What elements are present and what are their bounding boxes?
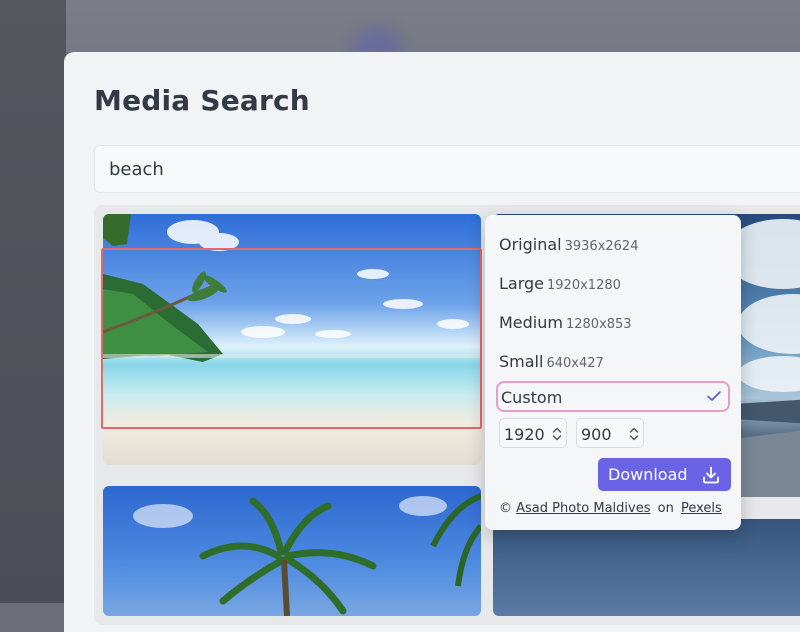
search-input[interactable]: beach [94,145,800,193]
size-option-small[interactable]: Small 640x427 [499,352,604,371]
size-option-label: Small [499,352,544,371]
download-size-menu: Original 3936x2624 Large 1920x1280 Medium 1… [485,215,741,530]
size-option-dims: 1920x1280 [547,278,621,293]
backdrop-header [66,0,800,52]
size-option-large[interactable]: Large 1920x1280 [499,274,621,293]
size-option-dims: 3936x2624 [564,239,639,254]
custom-width-input[interactable]: 1920 [499,418,567,448]
size-option-label: Large [499,274,545,293]
size-option-medium[interactable]: Medium 1280x853 [499,313,632,332]
crop-selection-outline[interactable] [101,248,482,429]
size-option-dims: 640x427 [546,356,604,371]
credit-on-text: on [657,501,674,516]
size-option-dims: 1280x853 [565,317,632,332]
size-option-label: Medium [499,313,563,332]
search-input-value: beach [109,159,164,180]
photo-credit: © Asad Photo Maldives on Pexels [499,501,722,516]
size-option-custom[interactable]: Custom [496,381,730,412]
chevron-up-down-icon[interactable] [552,426,562,442]
download-icon [703,466,719,484]
page-title: Media Search [94,84,310,117]
size-option-label: Original [499,235,562,254]
backdrop-sidebar [0,0,66,603]
download-button-label: Download [608,465,688,484]
custom-height-value: 900 [581,425,612,444]
custom-height-input[interactable]: 900 [576,418,644,448]
author-link[interactable]: Asad Photo Maldives [516,501,650,516]
result-image-sky[interactable] [493,519,800,616]
palm-photo [133,493,481,616]
copyright-symbol: © [499,501,512,516]
source-link[interactable]: Pexels [681,501,722,516]
size-option-original[interactable]: Original 3936x2624 [499,235,638,254]
custom-width-value: 1920 [504,425,545,444]
size-option-label: Custom [501,388,563,407]
chevron-up-down-icon[interactable] [629,426,639,442]
result-image-palms[interactable] [103,486,481,616]
download-button[interactable]: Download [598,458,731,491]
check-icon [707,391,721,401]
